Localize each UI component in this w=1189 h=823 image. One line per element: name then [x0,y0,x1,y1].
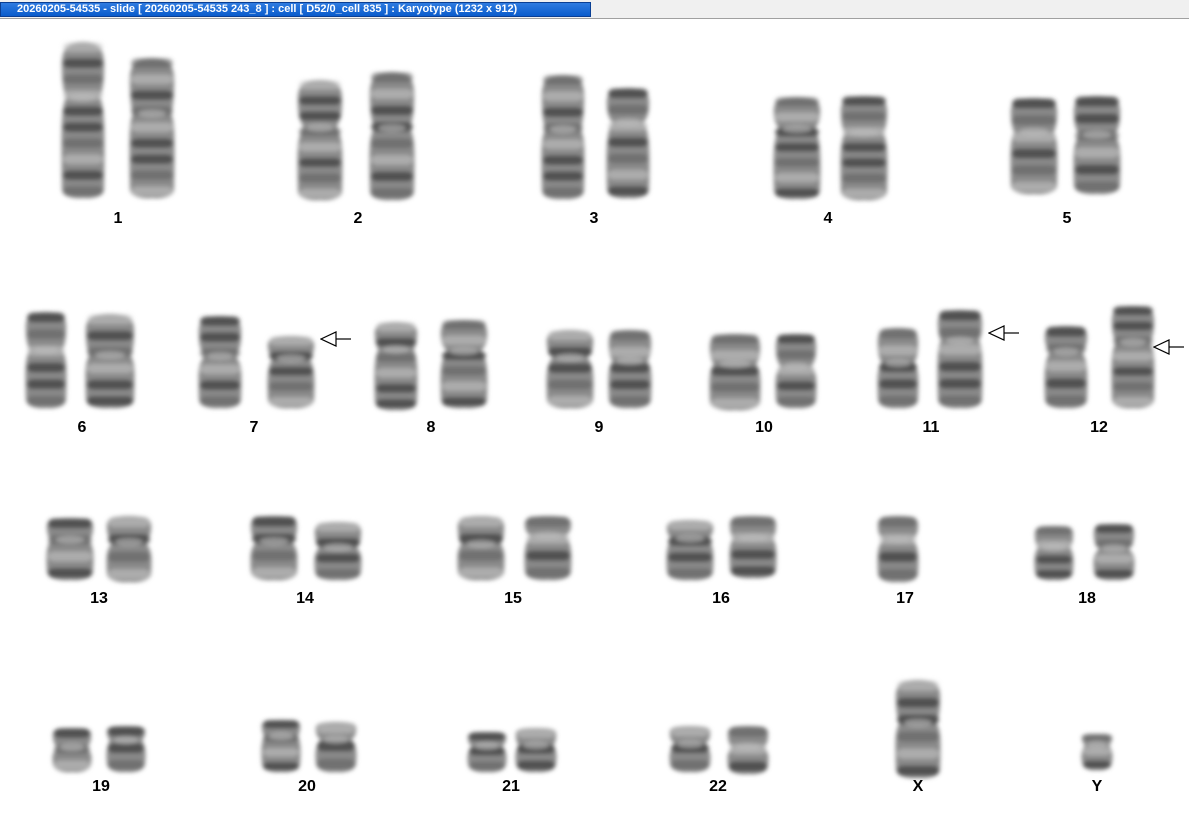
chromosome-12-image[interactable] [1109,304,1157,410]
chromosome-label: 9 [594,419,604,436]
chromosome-16-image[interactable] [664,518,716,582]
chromosome-15-image[interactable] [522,514,574,582]
chromosome-17-image[interactable] [875,514,921,584]
chromosome-13-image[interactable] [104,514,154,584]
chromosome-18-image[interactable] [1091,522,1137,582]
chromosome-3-image[interactable] [539,73,587,201]
chromosome-14-image[interactable] [312,520,364,582]
chromosome-19-image[interactable] [50,726,94,774]
chromosome-2-image[interactable] [295,78,345,202]
chromosome-label: 6 [77,419,87,436]
chromosome-label: 22 [709,778,727,795]
chromosome-15-image[interactable] [455,514,507,582]
window-title-bar: 20260205-54535 - slide [ 20260205-54535 … [0,0,1189,19]
chromosome-22-image[interactable] [725,724,771,776]
karyotype-canvas: 1 2 3 4 5 6 7 8 9 10 11 12 13 14 15 16 17 18 19 20 21 22 X Y [0,20,1189,823]
chromosome-2-image[interactable] [367,70,417,202]
chromosome-1-image[interactable] [127,56,177,200]
chromosome-y-image[interactable] [1079,732,1115,772]
chromosome-label: 14 [296,590,314,607]
chromosome-3-image[interactable] [604,86,652,200]
abnormality-arrow-icon [987,324,1022,342]
chromosome-label: 10 [755,419,773,436]
chromosome-label: X [912,778,924,795]
chromosome-label: 8 [426,419,436,436]
chromosome-label: 5 [1062,210,1072,227]
chromosome-label: 7 [249,419,259,436]
chromosome-1-image[interactable] [59,40,107,200]
chromosome-18-image[interactable] [1032,524,1076,582]
chromosome-7-image[interactable] [265,334,317,410]
chromosome-label: Y [1091,778,1103,795]
chromosome-5-image[interactable] [1008,96,1060,196]
chromosome-8-image[interactable] [372,320,420,412]
chromosome-10-image[interactable] [707,332,763,412]
chromosome-label: 13 [90,590,108,607]
chromosome-21-image[interactable] [465,730,509,774]
chromosome-11-image[interactable] [875,326,921,410]
chromosome-label: 2 [353,210,363,227]
chromosome-22-image[interactable] [667,724,713,774]
chromosome-label: 21 [502,778,520,795]
chromosome-9-image[interactable] [544,328,596,410]
chromosome-5-image[interactable] [1071,94,1123,196]
chromosome-x-image[interactable] [893,678,943,780]
chromosome-label: 17 [896,590,914,607]
chromosome-14-image[interactable] [248,514,300,582]
chromosome-8-image[interactable] [438,318,490,410]
chromosome-label: 12 [1090,419,1108,436]
chromosome-label: 11 [922,419,940,436]
chromosome-label: 4 [823,210,833,227]
chromosome-6-image[interactable] [83,312,137,410]
chromosome-4-image[interactable] [771,95,823,201]
chromosome-label: 18 [1078,590,1096,607]
chromosome-21-image[interactable] [513,726,559,774]
chromosome-10-image[interactable] [773,332,819,410]
chromosome-label: 3 [589,210,599,227]
chromosome-20-image[interactable] [313,720,359,774]
chromosome-20-image[interactable] [259,718,303,774]
chromosome-7-image[interactable] [196,314,244,410]
chromosome-label: 16 [712,590,730,607]
chromosome-label: 15 [504,590,522,607]
chromosome-label: 19 [92,778,110,795]
chromosome-11-image[interactable] [935,308,985,410]
chromosome-12-image[interactable] [1042,324,1090,410]
chromosome-13-image[interactable] [44,516,96,582]
abnormality-arrow-icon [1152,338,1187,356]
chromosome-6-image[interactable] [23,310,69,410]
chromosome-label: 1 [113,210,123,227]
chromosome-19-image[interactable] [104,724,148,774]
chromosome-9-image[interactable] [606,328,654,410]
window-title[interactable]: 20260205-54535 - slide [ 20260205-54535 … [0,2,591,17]
abnormality-arrow-icon [319,330,354,348]
chromosome-16-image[interactable] [727,514,779,580]
chromosome-label: 20 [298,778,316,795]
chromosome-4-image[interactable] [838,94,890,202]
